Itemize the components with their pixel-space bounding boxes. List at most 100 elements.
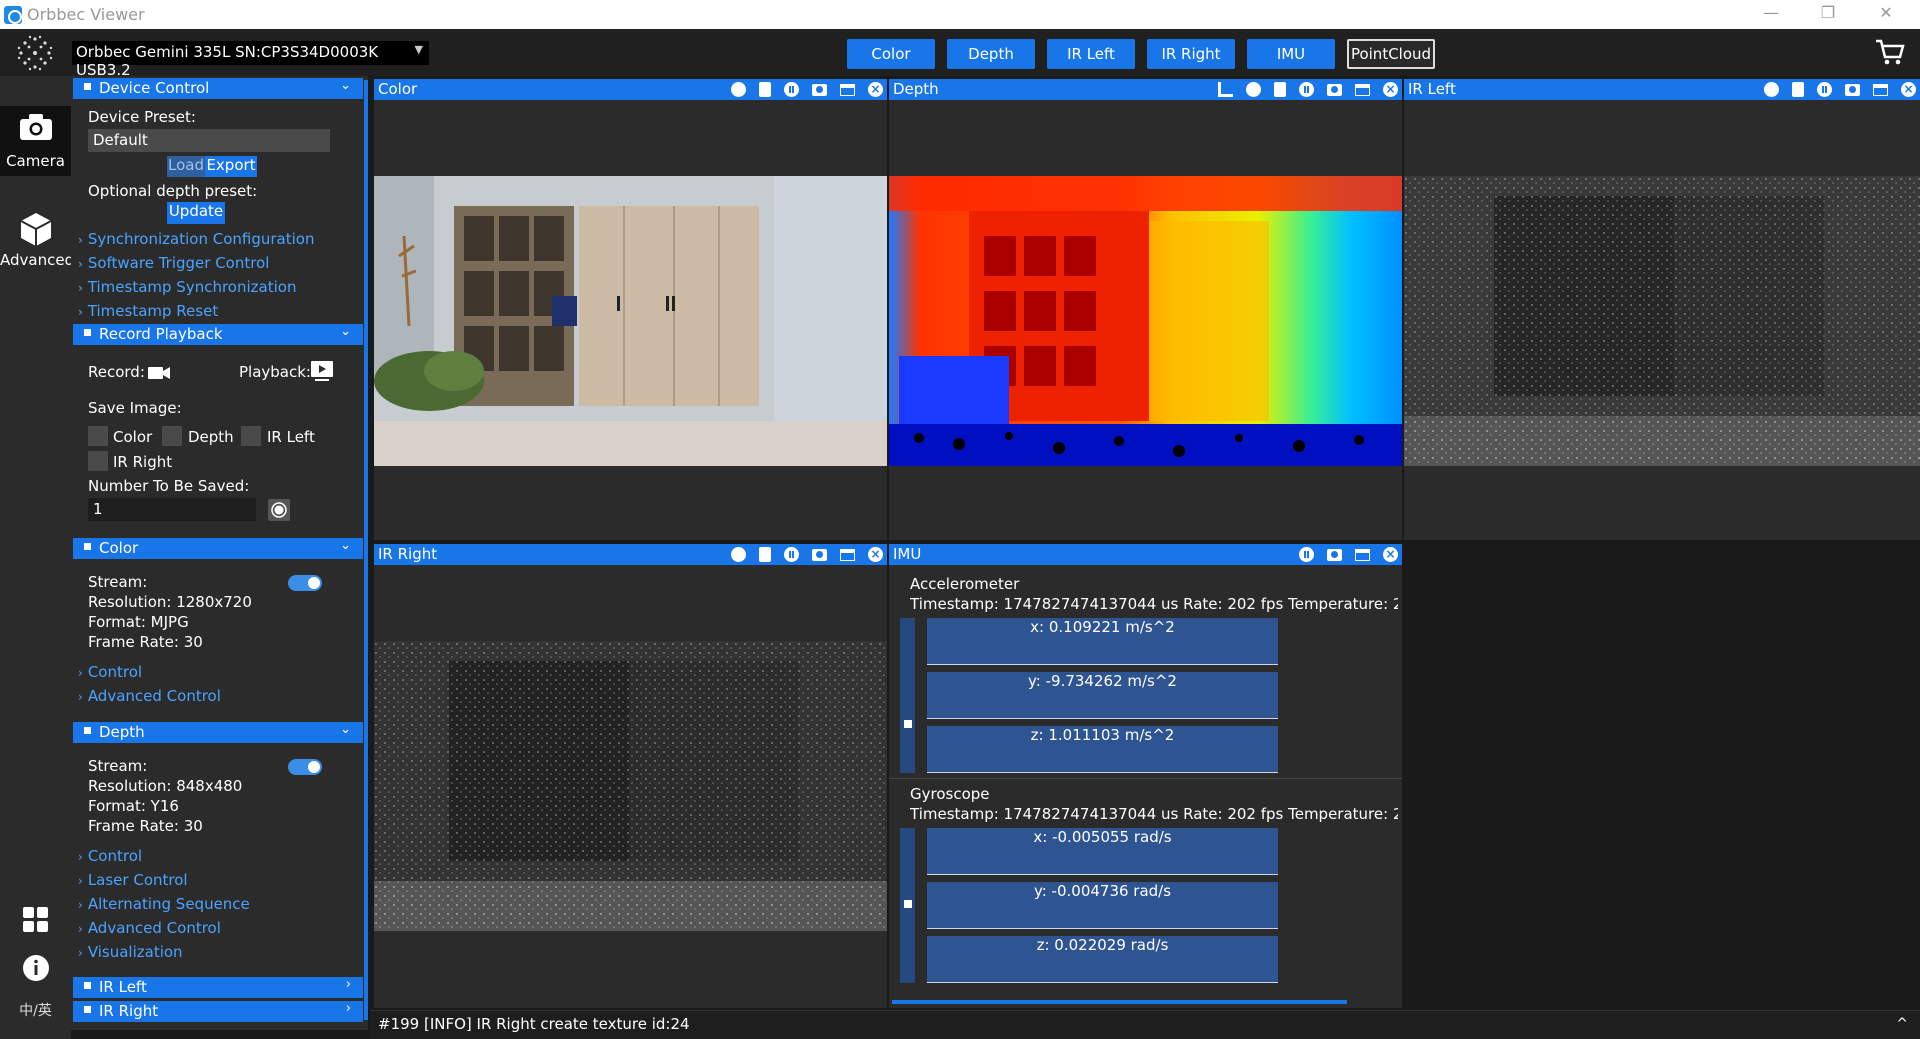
snapshot-icon[interactable]	[812, 84, 827, 96]
check-icon[interactable]	[731, 82, 746, 97]
info-doc-icon[interactable]	[759, 82, 771, 97]
fullscreen-icon[interactable]	[1355, 549, 1370, 561]
color-view: Color ×	[374, 79, 887, 540]
pause-icon[interactable]	[784, 82, 799, 97]
log-expand-button[interactable]: ^	[1896, 1016, 1908, 1032]
fullscreen-icon[interactable]	[1355, 84, 1370, 96]
info-icon[interactable]	[22, 954, 50, 982]
imu-scrollbar[interactable]	[892, 1000, 1347, 1004]
depth-stream-toggle[interactable]	[288, 759, 322, 775]
grid-icon[interactable]	[22, 906, 50, 934]
section-title: Device Control	[99, 79, 210, 97]
gyro-z-label: z: 0.022029 rad/s	[1036, 936, 1169, 954]
update-button[interactable]: Update	[167, 202, 225, 224]
save-ir-left-checkbox[interactable]	[241, 426, 261, 446]
section-title: IR Left	[99, 978, 147, 996]
link-timestamp-sync[interactable]: › Timestamp Synchronization	[78, 278, 296, 296]
export-button[interactable]: Export	[205, 156, 257, 177]
maximize-button[interactable]: ❐	[1808, 3, 1848, 25]
pause-icon[interactable]	[1299, 82, 1314, 97]
close-icon[interactable]: ×	[868, 547, 883, 562]
language-toggle[interactable]: 中/英	[0, 1000, 71, 1020]
measure-icon[interactable]	[1218, 82, 1233, 97]
section-device-control[interactable]: Device Control ⌄	[73, 78, 363, 99]
check-icon[interactable]	[1246, 82, 1261, 97]
playback-icon[interactable]	[311, 361, 333, 381]
fullscreen-icon[interactable]	[840, 84, 855, 96]
load-button[interactable]: Load	[167, 156, 205, 177]
section-title: Record Playback	[99, 325, 223, 343]
device-select[interactable]: Orbbec Gemini 335L SN:CP3S34D0003K USB3.…	[72, 41, 429, 79]
link-color-advanced[interactable]: › Advanced Control	[78, 687, 221, 705]
capture-button-icon[interactable]	[268, 499, 290, 521]
section-depth[interactable]: Depth ⌄	[73, 722, 363, 743]
color-stream-toggle[interactable]	[288, 575, 322, 591]
section-title: Color	[99, 539, 139, 557]
close-icon[interactable]: ×	[868, 82, 883, 97]
accelerometer-marker	[904, 720, 912, 728]
section-color[interactable]: Color ⌄	[73, 538, 363, 559]
fullscreen-icon[interactable]	[1873, 84, 1888, 96]
section-ir-right[interactable]: IR Right ›	[73, 1001, 363, 1022]
close-icon[interactable]: ×	[1383, 82, 1398, 97]
pause-icon[interactable]	[784, 547, 799, 562]
link-software-trigger[interactable]: › Software Trigger Control	[78, 254, 269, 272]
imu-divider	[889, 778, 1402, 779]
fullscreen-icon[interactable]	[840, 549, 855, 561]
nav-camera[interactable]: Camera	[0, 106, 71, 176]
chevron-right-icon: ›	[78, 690, 83, 704]
pause-icon[interactable]	[1817, 82, 1832, 97]
cart-icon[interactable]	[1874, 37, 1906, 67]
snapshot-icon[interactable]	[812, 549, 827, 561]
record-video-icon[interactable]	[148, 365, 170, 381]
info-doc-icon[interactable]	[1274, 82, 1286, 97]
tab-ir-left[interactable]: IR Left	[1047, 39, 1135, 69]
pause-icon[interactable]	[1299, 547, 1314, 562]
snapshot-icon[interactable]	[1327, 84, 1342, 96]
save-color-checkbox[interactable]	[88, 426, 108, 446]
link-alternating-sequence[interactable]: › Alternating Sequence	[78, 895, 250, 913]
orbbec-logo-icon	[17, 35, 53, 71]
tab-color[interactable]: Color	[847, 39, 935, 69]
tab-depth[interactable]: Depth	[947, 39, 1035, 69]
optional-depth-preset-label: Optional depth preset:	[88, 182, 258, 200]
number-to-save-input[interactable]: 1	[88, 498, 256, 521]
minimize-button[interactable]: —	[1751, 3, 1791, 25]
bullet-icon	[84, 83, 91, 90]
link-timestamp-reset[interactable]: › Timestamp Reset	[78, 302, 218, 320]
section-record-playback[interactable]: Record Playback ⌄	[73, 324, 363, 345]
view-title: Color	[378, 80, 418, 98]
tab-pointcloud[interactable]: PointCloud	[1347, 39, 1435, 69]
link-sync-config[interactable]: › Synchronization Configuration	[78, 230, 314, 248]
snapshot-icon[interactable]	[1845, 84, 1860, 96]
title-bar: Orbbec Viewer — ❐ ✕	[0, 0, 1920, 29]
section-ir-left[interactable]: IR Left ›	[73, 977, 363, 998]
close-icon[interactable]: ×	[1383, 547, 1398, 562]
check-icon[interactable]	[731, 547, 746, 562]
chevron-down-icon: ⌄	[340, 78, 351, 93]
device-select-value: Orbbec Gemini 335L SN:CP3S34D0003K USB3.…	[76, 43, 379, 79]
save-ir-right-checkbox[interactable]	[88, 451, 108, 471]
chevron-right-icon: ›	[78, 946, 83, 960]
info-doc-icon[interactable]	[759, 547, 771, 562]
device-preset-select[interactable]: Default	[88, 129, 330, 152]
snapshot-icon[interactable]	[1327, 549, 1342, 561]
link-visualization[interactable]: › Visualization	[78, 943, 183, 961]
close-button[interactable]: ✕	[1866, 3, 1906, 25]
link-color-control[interactable]: › Control	[78, 663, 142, 681]
left-nav: Camera Advanced 中/英	[0, 76, 74, 1039]
nav-advanced[interactable]: Advanced	[0, 211, 74, 281]
check-icon[interactable]	[1764, 82, 1779, 97]
gyro-x-label: x: -0.005055 rad/s	[1033, 828, 1172, 846]
tab-ir-right[interactable]: IR Right	[1147, 39, 1235, 69]
save-depth-checkbox[interactable]	[162, 426, 182, 446]
link-laser-control[interactable]: › Laser Control	[78, 871, 188, 889]
link-label: Visualization	[87, 943, 183, 961]
device-preset-label: Device Preset:	[88, 108, 196, 126]
link-depth-control[interactable]: › Control	[78, 847, 142, 865]
tab-imu[interactable]: IMU	[1247, 39, 1335, 69]
close-icon[interactable]: ×	[1901, 82, 1916, 97]
panel-scrollbar[interactable]	[364, 80, 368, 1020]
info-doc-icon[interactable]	[1792, 82, 1804, 97]
link-depth-advanced[interactable]: › Advanced Control	[78, 919, 221, 937]
